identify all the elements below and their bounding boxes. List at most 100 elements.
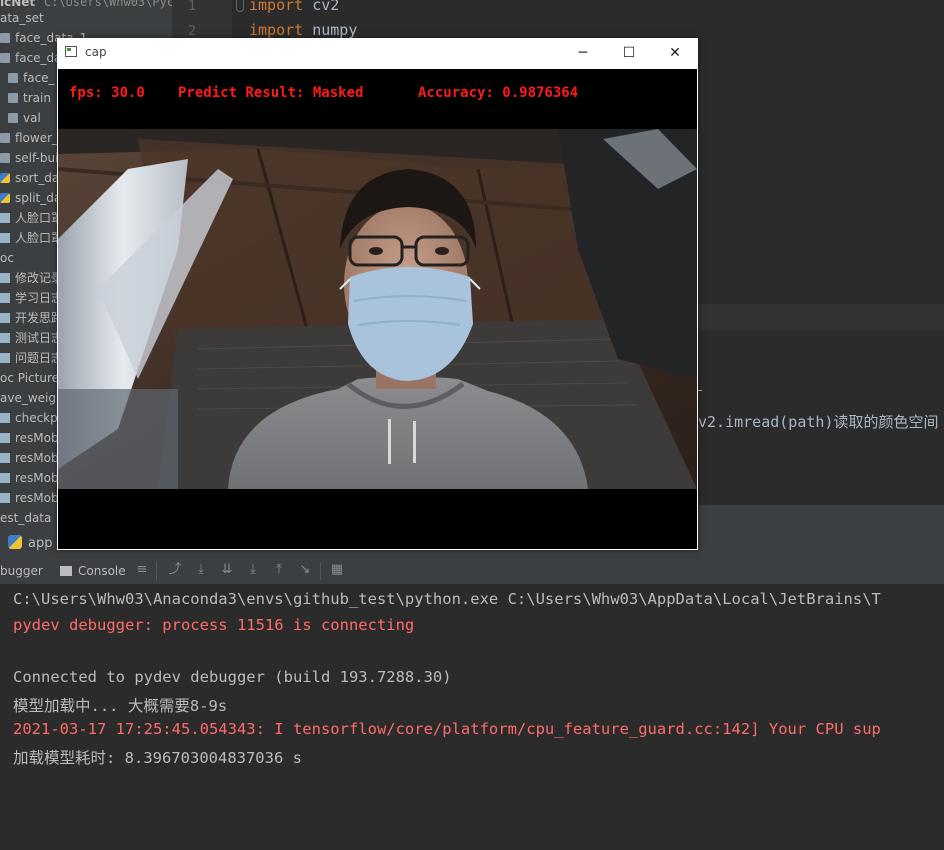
file-icon: [0, 333, 10, 343]
tree-item[interactable]: 修改记录: [0, 268, 63, 288]
file-icon: [0, 233, 10, 243]
line-number: 1: [188, 0, 196, 14]
step-over-icon[interactable]: ⤓: [194, 563, 208, 577]
tab-debugger[interactable]: bugger: [0, 558, 43, 584]
console-line: 模型加载中... 大概需要8-9s: [13, 697, 228, 715]
editor-breadcrumb-bar: [698, 505, 944, 531]
file-icon: [0, 433, 10, 443]
tree-item-label: ave_weigh: [0, 391, 64, 405]
line-number: 2: [188, 24, 196, 39]
toolbar-divider: [156, 562, 157, 580]
code-text: cv2: [303, 0, 340, 14]
tree-item-label: ata_set: [0, 11, 44, 25]
file-icon: [0, 293, 10, 303]
tree-item[interactable]: resMobi: [0, 448, 62, 468]
cap-window: cap ─ ☐ ✕ fps: 30.0 Predict Result: Mask…: [57, 38, 698, 550]
tree-item[interactable]: oc: [0, 248, 14, 268]
run-to-cursor-icon[interactable]: ↘: [298, 563, 312, 577]
tree-item-label: est_data: [0, 511, 52, 525]
tree-item[interactable]: 学习日志: [0, 288, 63, 308]
fold-icon[interactable]: [236, 0, 244, 12]
console-tab-label: Console: [78, 564, 126, 578]
tree-item[interactable]: est_data: [0, 508, 51, 528]
code-fragment-mark: [698, 390, 702, 391]
tree-item-label: oc Picture: [0, 371, 60, 385]
webcam-image: [58, 129, 697, 489]
run-tab-app[interactable]: app: [0, 530, 60, 558]
folder-icon: [0, 53, 10, 63]
folder-icon: [0, 133, 10, 143]
code-comment-fragment: v2.imread(path)读取的颜色空间: [698, 413, 939, 431]
python-icon: [8, 535, 22, 549]
tree-item[interactable]: ave_weigh: [0, 388, 64, 408]
evaluate-expression-icon[interactable]: ▦: [330, 563, 344, 577]
file-icon: [0, 313, 10, 323]
tree-item[interactable]: resMobi: [0, 488, 62, 508]
step-into-my-code-icon[interactable]: ⤓: [246, 563, 260, 577]
tree-item-label: resMobi: [15, 491, 62, 505]
console-icon: [60, 566, 72, 576]
tree-item-label: 开发思路: [15, 311, 64, 325]
tree-item-label: resMobi: [15, 451, 62, 465]
tree-item[interactable]: 问题日志: [0, 348, 63, 368]
file-icon: [0, 493, 10, 503]
tree-item[interactable]: 人脸口罩: [0, 208, 63, 228]
file-icon: [0, 473, 10, 483]
console-output[interactable]: C:\Users\Whw03\Anaconda3\envs\github_tes…: [0, 585, 944, 850]
file-icon: [0, 413, 10, 423]
predict-result-text: Predict Result: Masked: [178, 85, 364, 101]
file-icon: [0, 213, 10, 223]
tree-item[interactable]: face_: [8, 68, 55, 88]
folder-icon: [0, 33, 10, 43]
tree-item-label: face_: [23, 71, 55, 85]
menu-icon[interactable]: ≡: [135, 563, 149, 577]
code-line-1: import cv2: [249, 0, 339, 14]
minimize-button[interactable]: ─: [560, 38, 606, 68]
tree-item[interactable]: ata_set: [0, 8, 44, 28]
step-into-icon[interactable]: ⇊: [220, 563, 234, 577]
console-line: 2021-03-17 17:25:45.054343: I tensorflow…: [13, 720, 881, 738]
tree-item[interactable]: 人脸口罩: [0, 228, 63, 248]
folder-icon: [8, 113, 18, 123]
step-out-icon[interactable]: ⤒: [272, 563, 286, 577]
folder-icon: [8, 93, 18, 103]
accuracy-text: Accuracy: 0.9876364: [418, 85, 579, 101]
keyword: import: [249, 21, 304, 39]
tree-item[interactable]: 开发思路: [0, 308, 63, 328]
tree-item-label: 测试日志: [15, 331, 64, 345]
folder-icon: [8, 73, 18, 83]
fps-text: fps: 30.0: [69, 85, 145, 101]
console-line: Connected to pydev debugger (build 193.7…: [13, 668, 452, 686]
tree-item[interactable]: val: [8, 108, 41, 128]
close-button[interactable]: ✕: [652, 38, 698, 68]
python-file-icon: [0, 193, 10, 203]
tree-item[interactable]: resMobi: [0, 428, 62, 448]
tree-item[interactable]: 测试日志: [0, 328, 63, 348]
tree-item[interactable]: flower_d: [0, 128, 66, 148]
code-line-2: import numpy: [249, 21, 357, 39]
file-icon: [0, 273, 10, 283]
show-execution-point-icon[interactable]: ⤴: [168, 563, 182, 577]
debug-toolbar: bugger Console ≡ ⤴ ⤓ ⇊ ⤓ ⤒ ↘ ▦: [0, 558, 944, 585]
window-app-icon: [65, 46, 77, 57]
project-path: C:\Users\Whw03\Pych: [44, 0, 172, 9]
cap-window-title: cap: [85, 45, 107, 59]
tree-item-label: 问题日志: [15, 351, 64, 365]
camera-view: fps: 30.0 Predict Result: Masked Accurac…: [58, 69, 697, 549]
cap-titlebar[interactable]: cap ─ ☐ ✕: [57, 38, 698, 68]
tree-item[interactable]: oc Picture: [0, 368, 59, 388]
maximize-button[interactable]: ☐: [606, 38, 652, 68]
tree-item[interactable]: sort_dat: [0, 168, 64, 188]
tree-item[interactable]: resMobi: [0, 468, 62, 488]
tree-item-label: train: [23, 91, 51, 105]
code-text: numpy: [303, 21, 358, 39]
file-icon: [0, 453, 10, 463]
tree-item-label: 修改记录: [15, 271, 64, 285]
tree-item[interactable]: train: [8, 88, 51, 108]
tab-console[interactable]: Console: [60, 558, 126, 584]
tree-item[interactable]: checkpo: [0, 408, 65, 428]
tree-item-label: oc: [0, 251, 14, 265]
keyword: import: [249, 0, 304, 14]
console-line: C:\Users\Whw03\Anaconda3\envs\github_tes…: [13, 590, 881, 608]
tree-item-label: resMobi: [15, 431, 62, 445]
